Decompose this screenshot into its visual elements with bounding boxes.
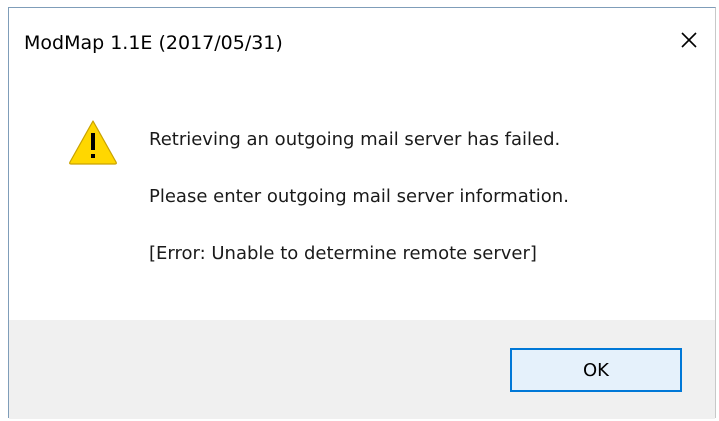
ok-button-label: OK bbox=[583, 359, 609, 381]
close-icon bbox=[681, 32, 697, 48]
message-area: Retrieving an outgoing mail server has f… bbox=[9, 74, 715, 320]
window-title: ModMap 1.1E (2017/05/31) bbox=[24, 32, 283, 54]
button-bar: OK bbox=[9, 320, 715, 419]
warning-icon bbox=[69, 120, 117, 165]
message-line-2: Please enter outgoing mail server inform… bbox=[149, 186, 569, 207]
message-line-3: [Error: Unable to determine remote serve… bbox=[149, 243, 537, 264]
ok-button[interactable]: OK bbox=[510, 348, 682, 392]
title-bar[interactable]: ModMap 1.1E (2017/05/31) bbox=[9, 8, 715, 74]
message-line-1: Retrieving an outgoing mail server has f… bbox=[149, 129, 561, 150]
close-button[interactable] bbox=[663, 8, 715, 72]
message-dialog: ModMap 1.1E (2017/05/31) Retrieving an o… bbox=[8, 7, 716, 419]
